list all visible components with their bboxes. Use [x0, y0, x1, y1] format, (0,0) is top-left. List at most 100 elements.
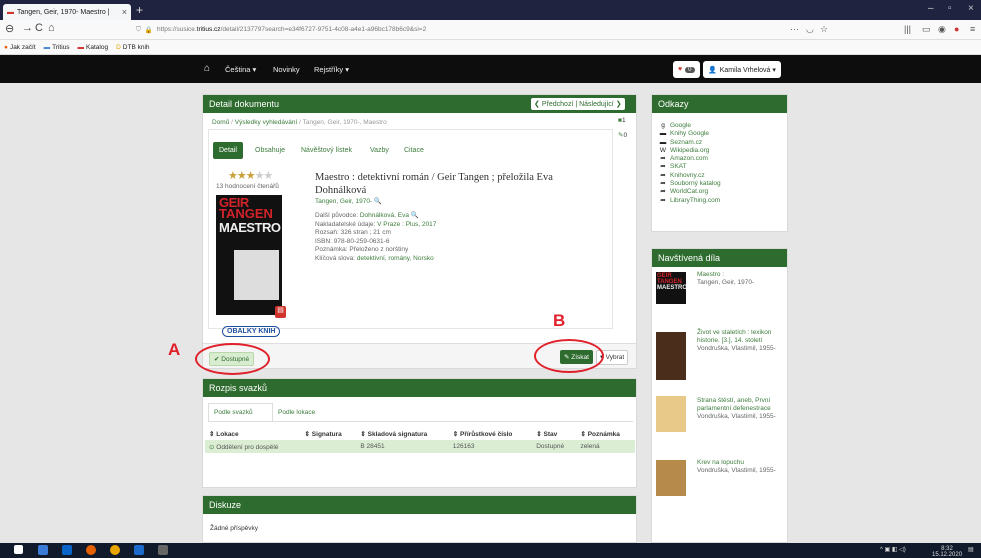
search-icon[interactable]: 🔍 — [374, 198, 382, 205]
tab-by-location[interactable]: Podle lokace — [278, 409, 315, 416]
keywords-link[interactable]: detektivní, romány, Norsko — [357, 255, 434, 262]
visited-cover[interactable]: GEIR TANGEN MAESTRO — [656, 272, 686, 304]
library-icon[interactable]: ||| — [904, 24, 911, 34]
minimize-icon[interactable]: – — [928, 3, 934, 14]
bookmark-item[interactable]: ▬ Katalog — [78, 44, 109, 51]
visited-item[interactable]: Maestro : Tangen, Geir, 1970- — [697, 271, 785, 287]
visited-item[interactable]: Život ve staletích : lexikon historie. [… — [697, 329, 785, 353]
prev-next-buttons[interactable]: ❮ Předchozí | Následující ❯ — [531, 98, 625, 110]
link-google[interactable]: g Google — [659, 122, 721, 130]
registers-menu[interactable]: Rejstříky ▾ — [314, 65, 349, 74]
detail-panel: Detail dokumentu ❮ Předchozí | Následujíc… — [202, 94, 637, 369]
page-actions-icon[interactable]: ··· — [790, 24, 799, 34]
heart-icon: ♥ — [678, 66, 683, 73]
rating-stars[interactable]: ★★★★★ — [228, 169, 273, 182]
arrow-icon: ➦ — [660, 188, 666, 196]
link-wikipedia[interactable]: W Wikipedia.org — [659, 147, 721, 155]
pocket-icon[interactable]: ◡ — [806, 24, 814, 35]
clock[interactable]: 8:32 15.12.2020 — [932, 546, 962, 558]
publisher-link[interactable]: V Praze : Plus, 2017 — [377, 221, 436, 228]
maximize-icon[interactable]: ▫ — [948, 3, 952, 14]
co-author-link[interactable]: Dohnálková, Eva — [360, 212, 409, 219]
link-google-books[interactable]: ▬ Knihy Google — [659, 130, 721, 138]
link-amazon[interactable]: ➦ Amazon.com — [659, 155, 721, 163]
book-title: Maestro : detektivní román / Geir Tangen… — [315, 172, 553, 196]
edit-count[interactable]: ✎0 — [618, 131, 627, 139]
col-signatura[interactable]: ⇕ Signatura — [301, 427, 357, 440]
annotation-ring-a — [195, 343, 270, 375]
bookmark-star-icon[interactable]: ☆ — [820, 24, 828, 35]
tab-links[interactable]: Vazby — [370, 147, 389, 154]
book-cover[interactable]: GEIR TANGEN MAESTRO — [216, 195, 282, 315]
book-author[interactable]: Tangen, Geir, 1970- 🔍 — [315, 198, 382, 207]
menu-icon[interactable]: ≡ — [970, 24, 975, 34]
bookmark-item[interactable]: ● Jak začít — [4, 44, 36, 51]
close-window-icon[interactable]: × — [968, 3, 974, 14]
link-knihovny[interactable]: ➦ Knihovny.cz — [659, 172, 721, 180]
annotation-label-a: A — [168, 340, 181, 359]
sidebar-icon[interactable]: ▭ — [922, 24, 931, 35]
tab-contains[interactable]: Obsahuje — [255, 147, 285, 154]
link-librarything[interactable]: ➦ LibraryThing.com — [659, 197, 721, 205]
save-count[interactable]: ■1 — [618, 117, 626, 124]
link-soubor[interactable]: ➦ Souborný katalog — [659, 180, 720, 188]
visited-cover[interactable] — [656, 332, 686, 380]
breadcrumb-results[interactable]: Výsledky vyhledávání — [235, 119, 298, 126]
new-tab-icon[interactable]: + — [136, 3, 143, 17]
visited-cover[interactable] — [656, 396, 686, 432]
visited-item[interactable]: Krev na lopuchu Vondruška, Vlastimil, 19… — [697, 459, 785, 475]
home-icon[interactable]: ⌂ — [204, 63, 210, 74]
forward-icon[interactable]: → — [22, 22, 33, 34]
col-stav[interactable]: ⇕ Stav — [532, 427, 576, 440]
extension2-icon[interactable]: ● — [954, 24, 959, 34]
favorites-button[interactable]: ♥ 0 — [673, 61, 700, 78]
obalky-knih-logo[interactable]: OBALKY KNIH — [222, 326, 281, 337]
col-prir[interactable]: ⇕ Přírůstkové číslo — [449, 427, 532, 440]
browser-tab[interactable]: ▬ Tangen, Geir, 1970- Maestro | × — [3, 4, 131, 20]
table-row[interactable]: ⊙ Oddělení pro dospělé B 28451 126163 Do… — [205, 440, 635, 453]
reload-icon[interactable]: C — [35, 22, 43, 34]
col-pozn[interactable]: ⇕ Poznámka — [576, 427, 635, 440]
discussion-header: Diskuze — [203, 496, 636, 514]
col-lokace[interactable]: ⇕ Lokace — [205, 427, 301, 440]
url-bar[interactable]: ⛉ 🔒 https://susice.tritius.cz/detail/213… — [136, 22, 760, 37]
breadcrumb: Domů / Výsledky vyhledávání / Tangen, Ge… — [212, 119, 387, 126]
breadcrumb-home[interactable]: Domů — [212, 119, 229, 126]
tab-citation[interactable]: Citace — [404, 147, 424, 154]
link-seznam[interactable]: ▬ Seznam.cz — [659, 139, 721, 147]
firefox-icon[interactable] — [86, 545, 96, 555]
search-icon[interactable]: 🔍 — [411, 212, 419, 219]
arrow-icon: ➦ — [660, 163, 666, 171]
bookmark-item[interactable]: D DTB knih — [116, 44, 149, 51]
start-icon[interactable] — [14, 545, 23, 554]
outlook-icon[interactable] — [62, 545, 72, 555]
tab-catalog-card[interactable]: Návěštový lístek — [301, 147, 352, 154]
extension-icon[interactable]: ◉ — [938, 24, 946, 35]
news-link[interactable]: Novinky — [273, 65, 300, 74]
chrome-icon[interactable] — [110, 545, 120, 555]
back-icon[interactable]: ⊖ — [5, 22, 14, 35]
available-icon: ⊙ — [209, 443, 215, 451]
col-sklad[interactable]: ⇕ Skladová signatura — [356, 427, 448, 440]
favorites-count: 0 — [685, 66, 695, 73]
link-skat[interactable]: ➦ SKAT — [659, 163, 721, 171]
rating-text: 13 hodnocení čtenářů — [216, 183, 279, 190]
browser-tab-bar: ▬ Tangen, Geir, 1970- Maestro | × + – ▫ … — [0, 0, 981, 20]
link-worldcat[interactable]: ➦ WorldCat.org — [659, 188, 721, 196]
tab-detail[interactable]: Detail — [213, 142, 243, 159]
language-menu[interactable]: Čeština ▾ — [225, 65, 256, 74]
user-menu[interactable]: 👤 Kamila Vrhelová ▾ — [703, 61, 781, 78]
bookmark-item[interactable]: ▬ Tritius — [44, 44, 70, 51]
visited-item[interactable]: Strana štěstí, aneb, První parlamentní d… — [697, 397, 785, 421]
notifications-icon[interactable]: ▤ — [968, 546, 974, 553]
arrow-icon: ➦ — [660, 171, 666, 179]
visited-cover[interactable] — [656, 460, 686, 496]
close-tab-icon[interactable]: × — [122, 7, 127, 17]
breadcrumb-current: Tangen, Geir, 1970-, Maestro — [302, 119, 387, 126]
home-icon[interactable]: ⌂ — [48, 22, 55, 34]
app-icon[interactable] — [158, 545, 168, 555]
word-icon[interactable] — [134, 545, 144, 555]
explorer-icon[interactable] — [38, 545, 48, 555]
tab-by-volume[interactable]: Podle svazků — [214, 409, 253, 416]
tray-icons[interactable]: ^ ▣ ◧ ◁) — [880, 546, 906, 553]
